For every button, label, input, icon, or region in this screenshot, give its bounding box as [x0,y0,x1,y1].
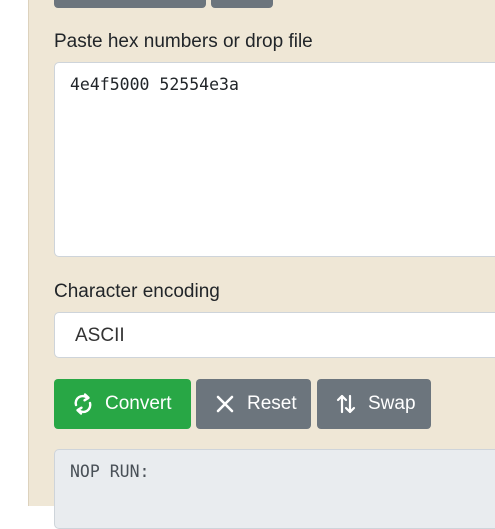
output-textarea[interactable]: NOP RUN: [54,449,495,529]
convert-button-label: Convert [105,393,172,414]
top-button-partial-1[interactable] [54,0,206,8]
encoding-label: Character encoding [54,281,220,302]
encoding-select[interactable]: ASCII [54,312,495,358]
reset-button[interactable]: Reset [196,379,311,429]
swap-arrows-icon [336,394,356,414]
top-button-partial-2[interactable] [211,0,273,8]
reset-button-label: Reset [247,393,297,414]
hex-input-label: Paste hex numbers or drop file [54,31,313,52]
swap-button[interactable]: Swap [317,379,431,429]
swap-button-label: Swap [368,393,416,414]
hex-input-textarea[interactable]: 4e4f5000 52554e3a [54,62,495,257]
refresh-icon [74,393,92,415]
close-icon [216,395,234,413]
convert-button[interactable]: Convert [54,379,191,429]
